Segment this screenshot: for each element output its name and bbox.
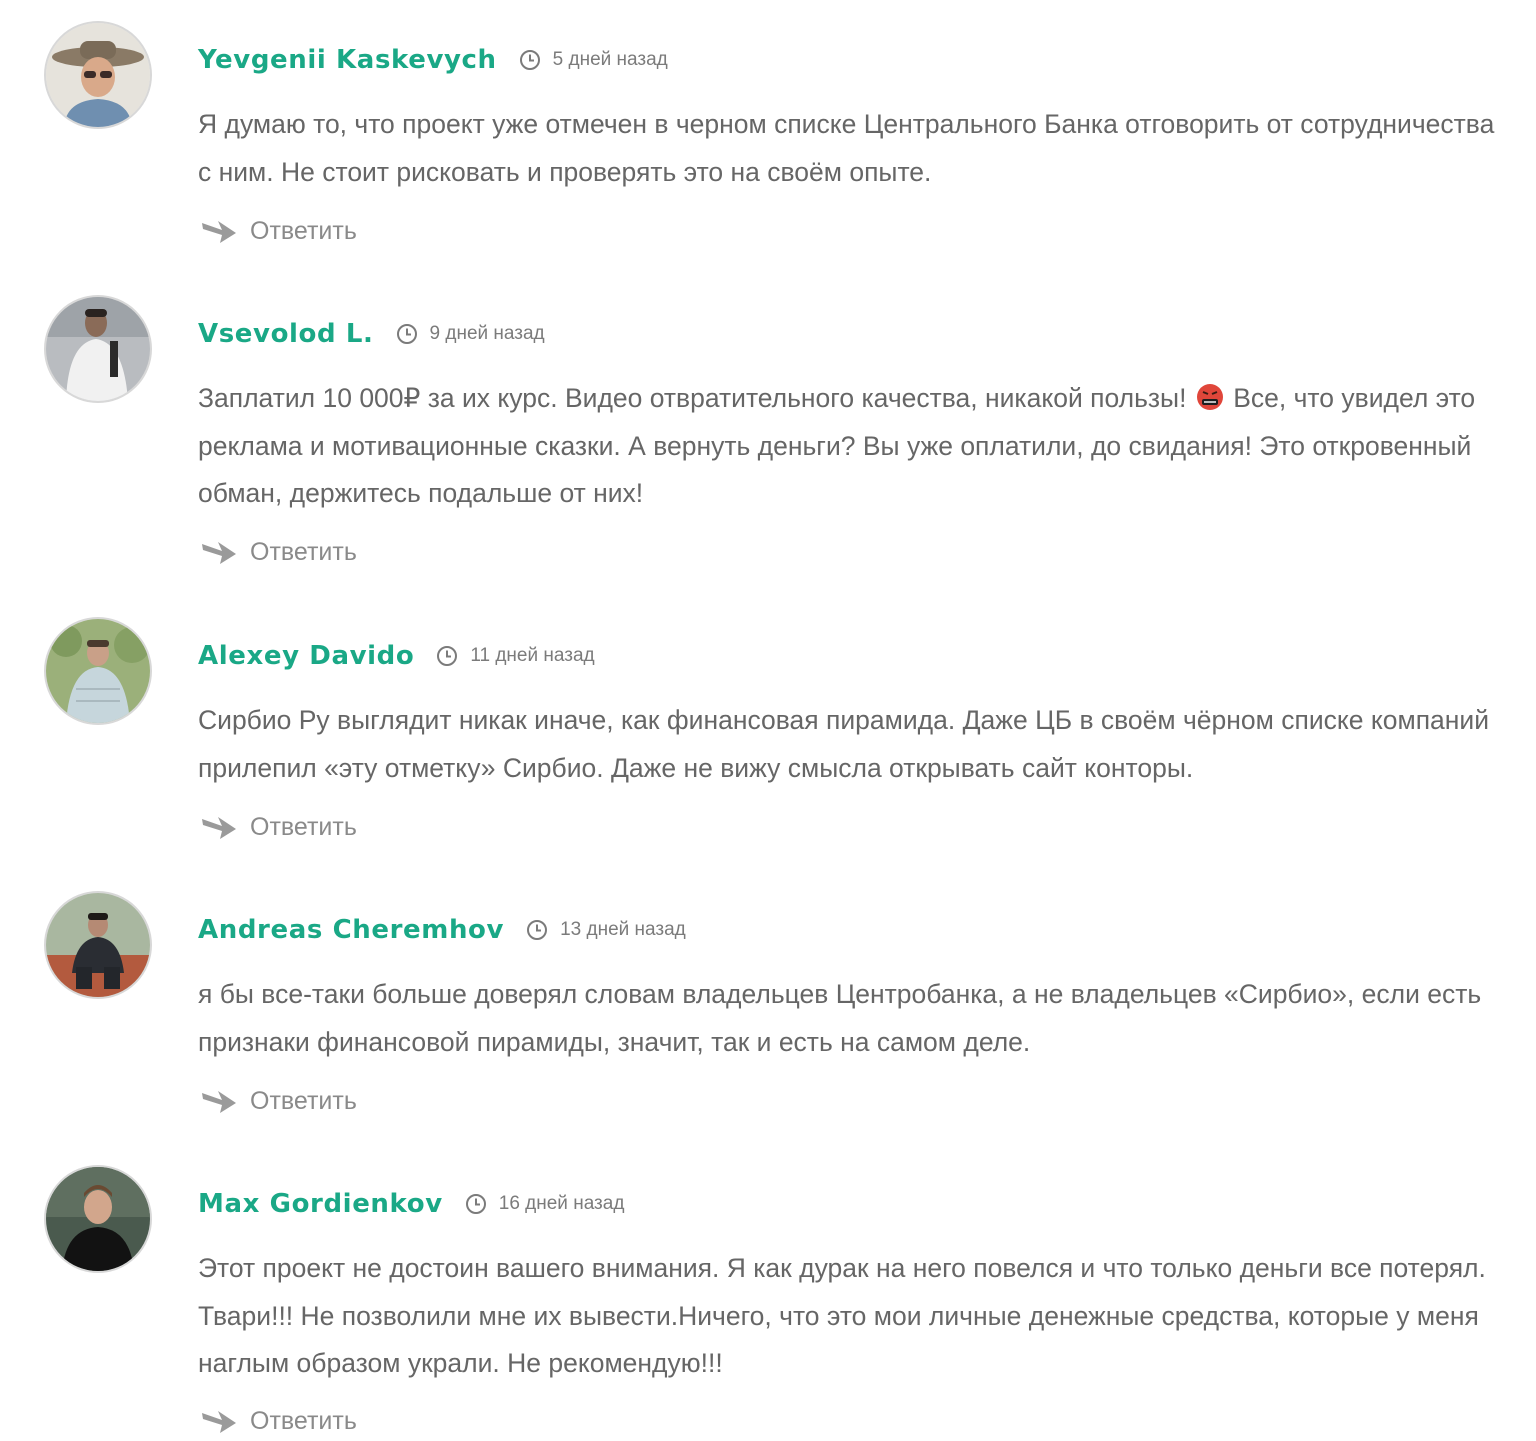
comment-text-part: Заплатил 10 000₽ за их курс. Видео отвра… — [198, 383, 1187, 413]
comment-date: 16 дней назад — [498, 1193, 625, 1214]
avatar[interactable] — [44, 1165, 152, 1273]
reply-arrow-icon — [200, 1087, 238, 1115]
avatar-photo — [46, 23, 150, 127]
clock-icon — [519, 49, 541, 71]
clock-icon — [396, 323, 418, 345]
comment-author[interactable]: Vsevolod L. — [198, 319, 374, 349]
avatar[interactable] — [44, 891, 152, 999]
reply-arrow-icon — [200, 538, 238, 566]
comment-date: 11 дней назад — [470, 645, 595, 666]
reply-button[interactable]: Ответить — [200, 532, 357, 572]
reply-button[interactable]: Ответить — [200, 807, 357, 847]
avatar[interactable] — [44, 21, 152, 129]
reply-button[interactable]: Ответить — [200, 211, 357, 251]
comment-author[interactable]: Max Gordienkov — [198, 1189, 443, 1219]
angry-face-emoji-icon — [1196, 379, 1224, 410]
clock-icon — [436, 645, 458, 667]
reply-label: Ответить — [250, 216, 357, 245]
avatar-photo — [46, 893, 150, 997]
comment-date: 13 дней назад — [560, 919, 686, 940]
comment-text: я бы все-таки больше доверял словам влад… — [198, 979, 1482, 1057]
comment-text: Заплатил 10 000₽ за их курс. Видео отвра… — [198, 375, 1498, 518]
avatar-photo — [46, 297, 150, 401]
comment-date: 5 дней назад — [552, 49, 668, 70]
comment-text: Я думаю то, что проект уже отмечен в чер… — [198, 109, 1495, 187]
avatar-photo — [46, 1167, 150, 1271]
reply-button[interactable]: Ответить — [200, 1081, 357, 1121]
clock-icon — [465, 1193, 487, 1215]
reply-label: Ответить — [250, 537, 357, 566]
clock-icon — [526, 919, 548, 941]
reply-button[interactable]: Ответить — [200, 1401, 357, 1441]
comment-text: Этот проект не достоин вашего внимания. … — [198, 1253, 1486, 1378]
comment-date: 9 дней назад — [429, 323, 545, 344]
avatar[interactable] — [44, 295, 152, 403]
reply-arrow-icon — [200, 1407, 238, 1435]
avatar-photo — [46, 619, 150, 723]
reply-arrow-icon — [200, 813, 238, 841]
reply-label: Ответить — [250, 812, 357, 841]
reply-arrow-icon — [200, 217, 238, 245]
reply-label: Ответить — [250, 1406, 357, 1435]
comment-author[interactable]: Andreas Cheremhov — [198, 915, 504, 945]
comment-author[interactable]: Yevgenii Kaskevych — [198, 45, 497, 75]
comment-author[interactable]: Alexey Davido — [198, 641, 414, 671]
avatar[interactable] — [44, 617, 152, 725]
comment-text: Сирбио Ру выглядит никак иначе, как фина… — [198, 705, 1490, 783]
reply-label: Ответить — [250, 1086, 357, 1115]
